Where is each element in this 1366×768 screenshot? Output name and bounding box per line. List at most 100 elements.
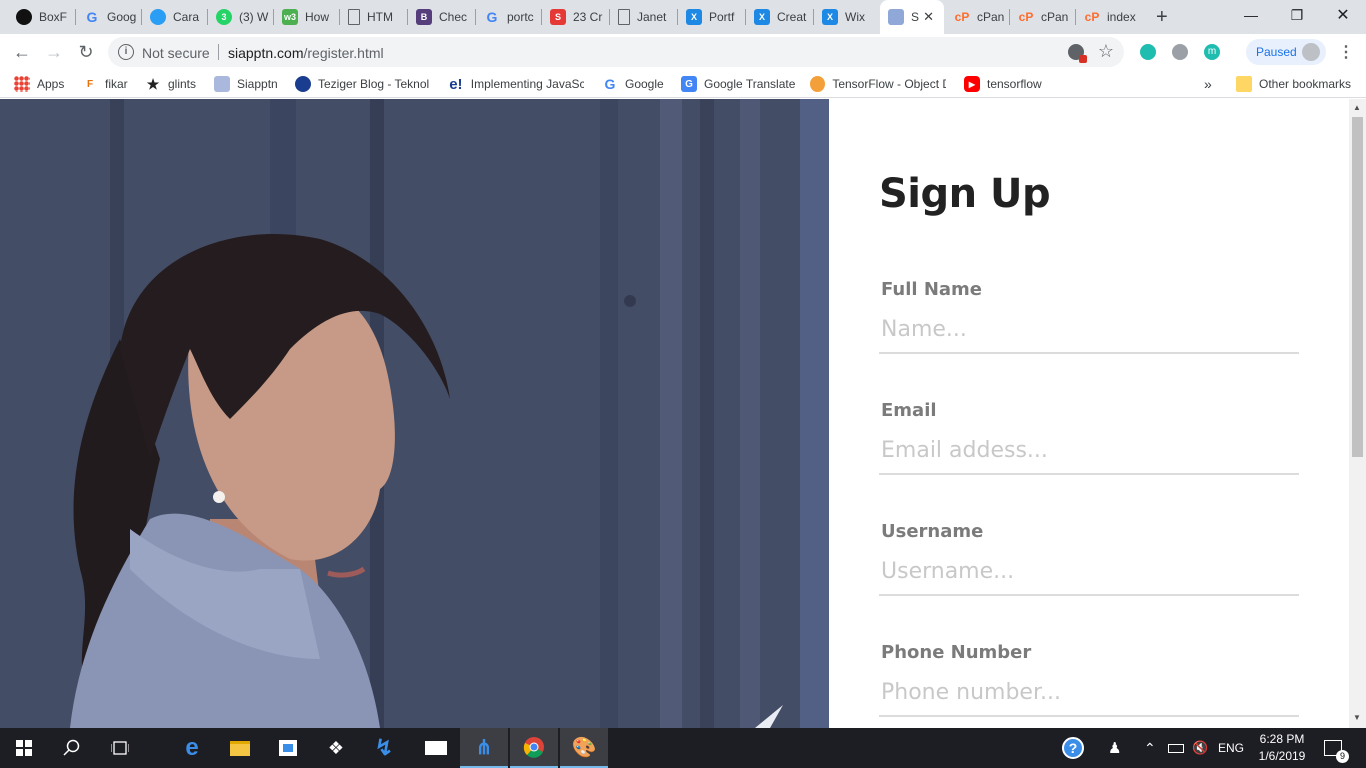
vscode-icon[interactable]: ⋔: [460, 728, 508, 768]
glints-icon: ★: [146, 75, 160, 92]
address-bar[interactable]: i Not secure siapptn.com/register.html ☆: [108, 37, 1124, 67]
file-explorer-icon[interactable]: [216, 728, 264, 768]
e-icon: e!: [449, 75, 463, 93]
tab-cpanel-2[interactable]: cP cPan: [1010, 0, 1076, 34]
screen: BoxF G Goog Cara 3 (3) W w3 How HTM B Chec G…: [0, 0, 1366, 768]
bookmark-google[interactable]: G Google: [602, 75, 664, 93]
bookmark-tensorflow-object[interactable]: TensorFlow - Object D: [810, 75, 946, 93]
blocked-content-icon[interactable]: [1068, 44, 1087, 63]
bookmark-star-icon[interactable]: ☆: [1098, 41, 1114, 62]
page-title: Sign Up: [879, 171, 1051, 217]
window-close-icon[interactable]: ✕: [1320, 0, 1366, 30]
extension-globe-icon[interactable]: [1172, 44, 1188, 60]
tab-index[interactable]: cP index: [1076, 0, 1142, 34]
task-view-icon[interactable]: [96, 728, 144, 768]
phone-number-input[interactable]: [879, 669, 1299, 717]
dropbox-icon[interactable]: ❖: [312, 728, 360, 768]
whatsapp-icon: 3: [216, 9, 232, 25]
paint-icon[interactable]: 🎨: [560, 728, 608, 768]
tab-google[interactable]: G Goog: [76, 0, 142, 34]
tab-google-2[interactable]: Gportc: [476, 0, 542, 34]
boxfish-icon: [16, 9, 32, 25]
tab-wix-create[interactable]: X Creat: [746, 0, 814, 34]
security-status[interactable]: Not secure: [142, 45, 210, 61]
system-clock[interactable]: 6:28 PM 1/6/2019: [1254, 731, 1310, 765]
avatar: [1302, 43, 1320, 61]
search-icon[interactable]: [48, 728, 96, 768]
info-icon[interactable]: i: [118, 44, 134, 60]
extension-m-icon[interactable]: m: [1204, 44, 1220, 60]
full-name-input[interactable]: [879, 306, 1299, 354]
bookmark-siapptn[interactable]: Siapptn: [214, 75, 278, 93]
bookmark-translate[interactable]: G Google Translate: [681, 75, 795, 93]
windows-start-icon[interactable]: [0, 728, 48, 768]
page-scrollbar[interactable]: ▲ ▼: [1349, 99, 1366, 728]
username-field: Username: [879, 521, 1299, 601]
cpanel-icon: cP: [1018, 10, 1034, 24]
tab-whatsapp[interactable]: 3 (3) W: [208, 0, 274, 34]
bookmark-implementing[interactable]: e! Implementing JavaSc: [448, 75, 584, 93]
bookmark-tensorflow[interactable]: ▶ tensorflow: [964, 75, 1042, 93]
bookmark-apps[interactable]: Apps: [14, 75, 64, 93]
username-input[interactable]: [879, 548, 1299, 596]
volume-muted-icon[interactable]: 🔇: [1192, 728, 1208, 768]
bootstrap-icon: B: [416, 9, 432, 25]
tab-html[interactable]: HTM: [340, 0, 408, 34]
email-input[interactable]: [879, 427, 1299, 475]
other-bookmarks[interactable]: Other bookmarks: [1236, 75, 1351, 93]
username-label: Username: [881, 521, 984, 542]
tab-cpanel[interactable]: cP cPan: [946, 0, 1010, 34]
url-text[interactable]: siapptn.com/register.html: [228, 45, 384, 61]
phone-number-field: Phone Number: [879, 642, 1299, 722]
edge-icon[interactable]: e: [168, 728, 216, 768]
google-icon: G: [86, 9, 98, 25]
translate-icon: G: [681, 76, 697, 92]
scroll-thumb[interactable]: [1352, 117, 1363, 457]
scroll-down-icon[interactable]: ▼: [1353, 713, 1361, 722]
battery-icon[interactable]: [1168, 728, 1184, 768]
bookmark-glints[interactable]: ★ glints: [145, 75, 196, 93]
bookmark-fikar[interactable]: Ffikar: [82, 75, 128, 93]
tab-cara[interactable]: Cara: [142, 0, 208, 34]
tab-bootstrap[interactable]: B Chec: [408, 0, 476, 34]
people-icon[interactable]: ♟: [1108, 728, 1121, 768]
tab-s[interactable]: S 23 Cr: [542, 0, 610, 34]
language-indicator[interactable]: ENG: [1218, 728, 1244, 768]
youtube-icon: ▶: [964, 76, 980, 92]
page-icon: [348, 9, 360, 25]
show-hidden-icons[interactable]: ⌃: [1144, 728, 1156, 768]
menu-dots-icon[interactable]: ⋮: [1338, 42, 1354, 62]
reload-icon[interactable]: ↻: [74, 41, 98, 63]
help-icon[interactable]: ?: [1062, 728, 1084, 768]
notification-count-badge: 9: [1336, 750, 1349, 763]
tab-wix[interactable]: X Wix: [814, 0, 880, 34]
profile-button[interactable]: Paused: [1246, 39, 1326, 65]
xampp-icon[interactable]: ↯: [360, 728, 408, 768]
tab-janet[interactable]: Janet: [610, 0, 678, 34]
full-name-label: Full Name: [881, 279, 982, 300]
extension-teal-icon[interactable]: [1140, 44, 1156, 60]
mail-icon[interactable]: [412, 728, 460, 768]
forward-icon[interactable]: →: [42, 41, 66, 63]
google-icon: G: [486, 9, 498, 25]
minimize-icon[interactable]: —: [1228, 0, 1274, 30]
chrome-icon[interactable]: [510, 728, 558, 768]
store-icon[interactable]: [264, 728, 312, 768]
bookmark-teziger[interactable]: Teziger Blog - Teknol: [295, 75, 431, 93]
close-tab-icon[interactable]: ✕: [923, 9, 934, 25]
tab-w3schools[interactable]: w3 How: [274, 0, 340, 34]
back-icon[interactable]: ←: [10, 41, 34, 63]
tab-boxfish[interactable]: BoxF: [8, 0, 76, 34]
windows-taskbar: e ❖ ↯ ⋔ 🎨 ? ♟ ⌃ 🔇 ENG 6:28 PM 1/6/2019 9: [0, 728, 1366, 768]
restore-icon[interactable]: ❐: [1274, 0, 1320, 30]
browser-toolbar: ← → ↻ i Not secure siapptn.com/register.…: [0, 34, 1366, 70]
new-tab-icon[interactable]: +: [1156, 6, 1168, 29]
email-label: Email: [881, 400, 937, 421]
page-icon: [618, 9, 630, 25]
scroll-up-icon[interactable]: ▲: [1353, 103, 1361, 112]
tab-wix-portfolio[interactable]: X Portf: [678, 0, 746, 34]
bookmarks-overflow-icon[interactable]: »: [1204, 75, 1212, 93]
tab-siapptn-active[interactable]: S ✕: [880, 0, 944, 34]
s-icon: S: [550, 9, 566, 25]
notifications-icon[interactable]: 9: [1324, 728, 1349, 768]
